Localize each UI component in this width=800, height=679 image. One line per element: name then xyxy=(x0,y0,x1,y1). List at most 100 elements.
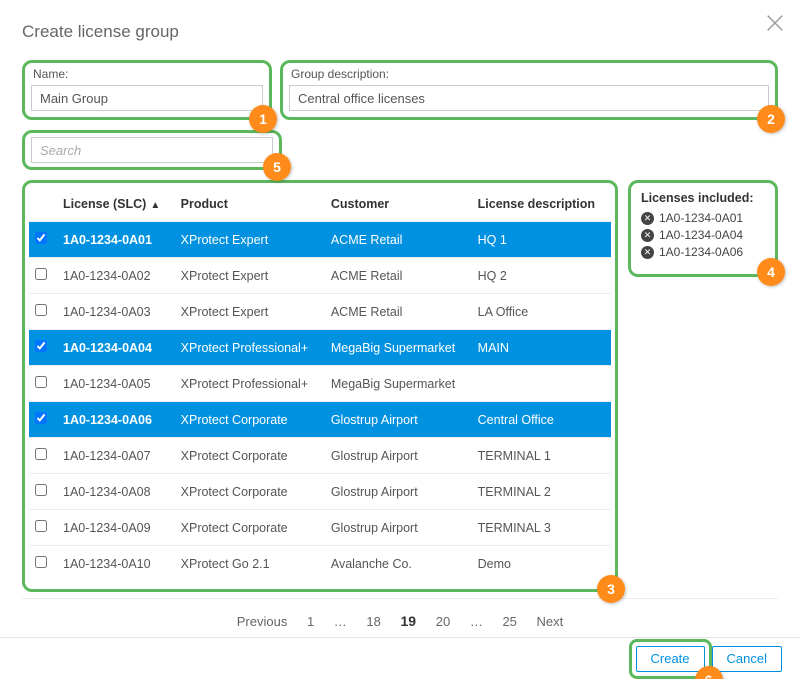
cell-slc: 1A0-1234-0A03 xyxy=(57,294,175,330)
cell-slc: 1A0-1234-0A07 xyxy=(57,438,175,474)
close-icon xyxy=(764,12,786,34)
cell-slc: 1A0-1234-0A09 xyxy=(57,510,175,546)
cell-product: XProtect Expert xyxy=(175,222,325,258)
cell-customer: Avalanche Co. xyxy=(325,546,472,582)
row-checkbox[interactable] xyxy=(35,232,47,244)
row-checkbox[interactable] xyxy=(35,340,47,352)
pager-next[interactable]: Next xyxy=(537,614,564,629)
cell-customer: Glostrup Airport xyxy=(325,510,472,546)
row-checkbox[interactable] xyxy=(35,520,47,532)
close-button[interactable] xyxy=(764,12,786,37)
cell-product: XProtect Expert xyxy=(175,294,325,330)
cell-customer: Glostrup Airport xyxy=(325,402,472,438)
cell-customer: ACME Retail xyxy=(325,258,472,294)
included-item-label: 1A0-1234-0A04 xyxy=(659,228,743,242)
included-item: ✕1A0-1234-0A06 xyxy=(641,245,765,259)
cell-description: HQ 2 xyxy=(472,258,611,294)
create-button[interactable]: Create xyxy=(636,646,705,672)
cell-customer: Glostrup Airport xyxy=(325,474,472,510)
cell-slc: 1A0-1234-0A02 xyxy=(57,258,175,294)
table-row[interactable]: 1A0-1234-0A05XProtect Professional+MegaB… xyxy=(29,366,611,402)
pager-page-20[interactable]: 20 xyxy=(436,614,450,629)
cell-product: XProtect Corporate xyxy=(175,510,325,546)
cell-product: XProtect Professional+ xyxy=(175,366,325,402)
description-label: Group description: xyxy=(291,67,769,81)
cell-description: MAIN xyxy=(472,330,611,366)
cell-description: TERMINAL 3 xyxy=(472,510,611,546)
table-row[interactable]: 1A0-1234-0A04XProtect Professional+MegaB… xyxy=(29,330,611,366)
table-row[interactable]: 1A0-1234-0A01XProtect ExpertACME RetailH… xyxy=(29,222,611,258)
description-field-group: Group description: 2 xyxy=(280,60,778,120)
cell-product: XProtect Corporate xyxy=(175,402,325,438)
body-row: License (SLC)▲ Product Customer License … xyxy=(22,180,778,592)
create-button-highlight: Create 6 xyxy=(629,639,712,679)
table-row[interactable]: 1A0-1234-0A10XProtect Go 2.1Avalanche Co… xyxy=(29,546,611,582)
pager-page-1[interactable]: 1 xyxy=(307,614,314,629)
column-license[interactable]: License (SLC)▲ xyxy=(57,189,175,222)
pager-page-19[interactable]: 19 xyxy=(401,613,417,629)
cell-slc: 1A0-1234-0A08 xyxy=(57,474,175,510)
row-checkbox[interactable] xyxy=(35,448,47,460)
table-row[interactable]: 1A0-1234-0A07XProtect CorporateGlostrup … xyxy=(29,438,611,474)
name-input[interactable] xyxy=(31,85,263,111)
row-checkbox[interactable] xyxy=(35,556,47,568)
dialog-title: Create license group xyxy=(22,22,778,42)
callout-4: 4 xyxy=(757,258,785,286)
cell-product: XProtect Corporate xyxy=(175,474,325,510)
included-item-label: 1A0-1234-0A01 xyxy=(659,211,743,225)
pager-page-25[interactable]: 25 xyxy=(502,614,516,629)
license-table: License (SLC)▲ Product Customer License … xyxy=(29,189,611,581)
search-group: 5 xyxy=(22,130,282,170)
cell-description: TERMINAL 1 xyxy=(472,438,611,474)
cell-description: LA Office xyxy=(472,294,611,330)
pager-ellipsis: … xyxy=(334,614,347,629)
cell-customer: ACME Retail xyxy=(325,294,472,330)
callout-5: 5 xyxy=(263,153,291,181)
column-product[interactable]: Product xyxy=(175,189,325,222)
dialog-footer: Create 6 Cancel xyxy=(0,637,800,679)
column-customer[interactable]: Customer xyxy=(325,189,472,222)
sort-asc-icon: ▲ xyxy=(150,200,160,211)
remove-icon[interactable]: ✕ xyxy=(641,212,654,225)
table-row[interactable]: 1A0-1234-0A06XProtect CorporateGlostrup … xyxy=(29,402,611,438)
table-row[interactable]: 1A0-1234-0A08XProtect CorporateGlostrup … xyxy=(29,474,611,510)
callout-2: 2 xyxy=(757,105,785,133)
included-item: ✕ 1A0-1234-0A01 xyxy=(641,211,765,225)
search-input[interactable] xyxy=(31,137,273,163)
row-checkbox[interactable] xyxy=(35,304,47,316)
pager-page-18[interactable]: 18 xyxy=(366,614,380,629)
cell-description: Demo xyxy=(472,546,611,582)
table-row[interactable]: 1A0-1234-0A09XProtect CorporateGlostrup … xyxy=(29,510,611,546)
cell-slc: 1A0-1234-0A10 xyxy=(57,546,175,582)
cancel-button[interactable]: Cancel xyxy=(712,646,782,672)
cell-customer: Glostrup Airport xyxy=(325,438,472,474)
name-label: Name: xyxy=(33,67,263,81)
table-row[interactable]: 1A0-1234-0A03XProtect ExpertACME RetailL… xyxy=(29,294,611,330)
cell-product: XProtect Corporate xyxy=(175,438,325,474)
cell-slc: 1A0-1234-0A05 xyxy=(57,366,175,402)
included-item: ✕ 1A0-1234-0A04 xyxy=(641,228,765,242)
name-field-group: Name: 1 xyxy=(22,60,272,120)
cell-product: XProtect Expert xyxy=(175,258,325,294)
create-license-group-dialog: Create license group Name: 1 Group descr… xyxy=(0,0,800,679)
cell-customer: MegaBig Supermarket xyxy=(325,366,472,402)
remove-icon[interactable]: ✕ xyxy=(641,246,654,259)
table-row[interactable]: 1A0-1234-0A02XProtect ExpertACME RetailH… xyxy=(29,258,611,294)
description-input[interactable] xyxy=(289,85,769,111)
cell-customer: MegaBig Supermarket xyxy=(325,330,472,366)
callout-3: 3 xyxy=(597,575,625,603)
row-checkbox[interactable] xyxy=(35,376,47,388)
row-checkbox[interactable] xyxy=(35,484,47,496)
cell-description: Central Office xyxy=(472,402,611,438)
remove-icon[interactable]: ✕ xyxy=(641,229,654,242)
cell-product: XProtect Professional+ xyxy=(175,330,325,366)
column-description[interactable]: License description xyxy=(472,189,611,222)
licenses-included-group: Licenses included: ✕1A0-1234-0A01✕1A0-12… xyxy=(628,180,778,277)
row-checkbox[interactable] xyxy=(35,268,47,280)
column-checkbox xyxy=(29,189,57,222)
cell-slc: 1A0-1234-0A01 xyxy=(57,222,175,258)
pager-previous[interactable]: Previous xyxy=(237,614,288,629)
row-checkbox[interactable] xyxy=(35,412,47,424)
licenses-included-title: Licenses included: xyxy=(641,191,765,205)
cell-slc: 1A0-1234-0A06 xyxy=(57,402,175,438)
